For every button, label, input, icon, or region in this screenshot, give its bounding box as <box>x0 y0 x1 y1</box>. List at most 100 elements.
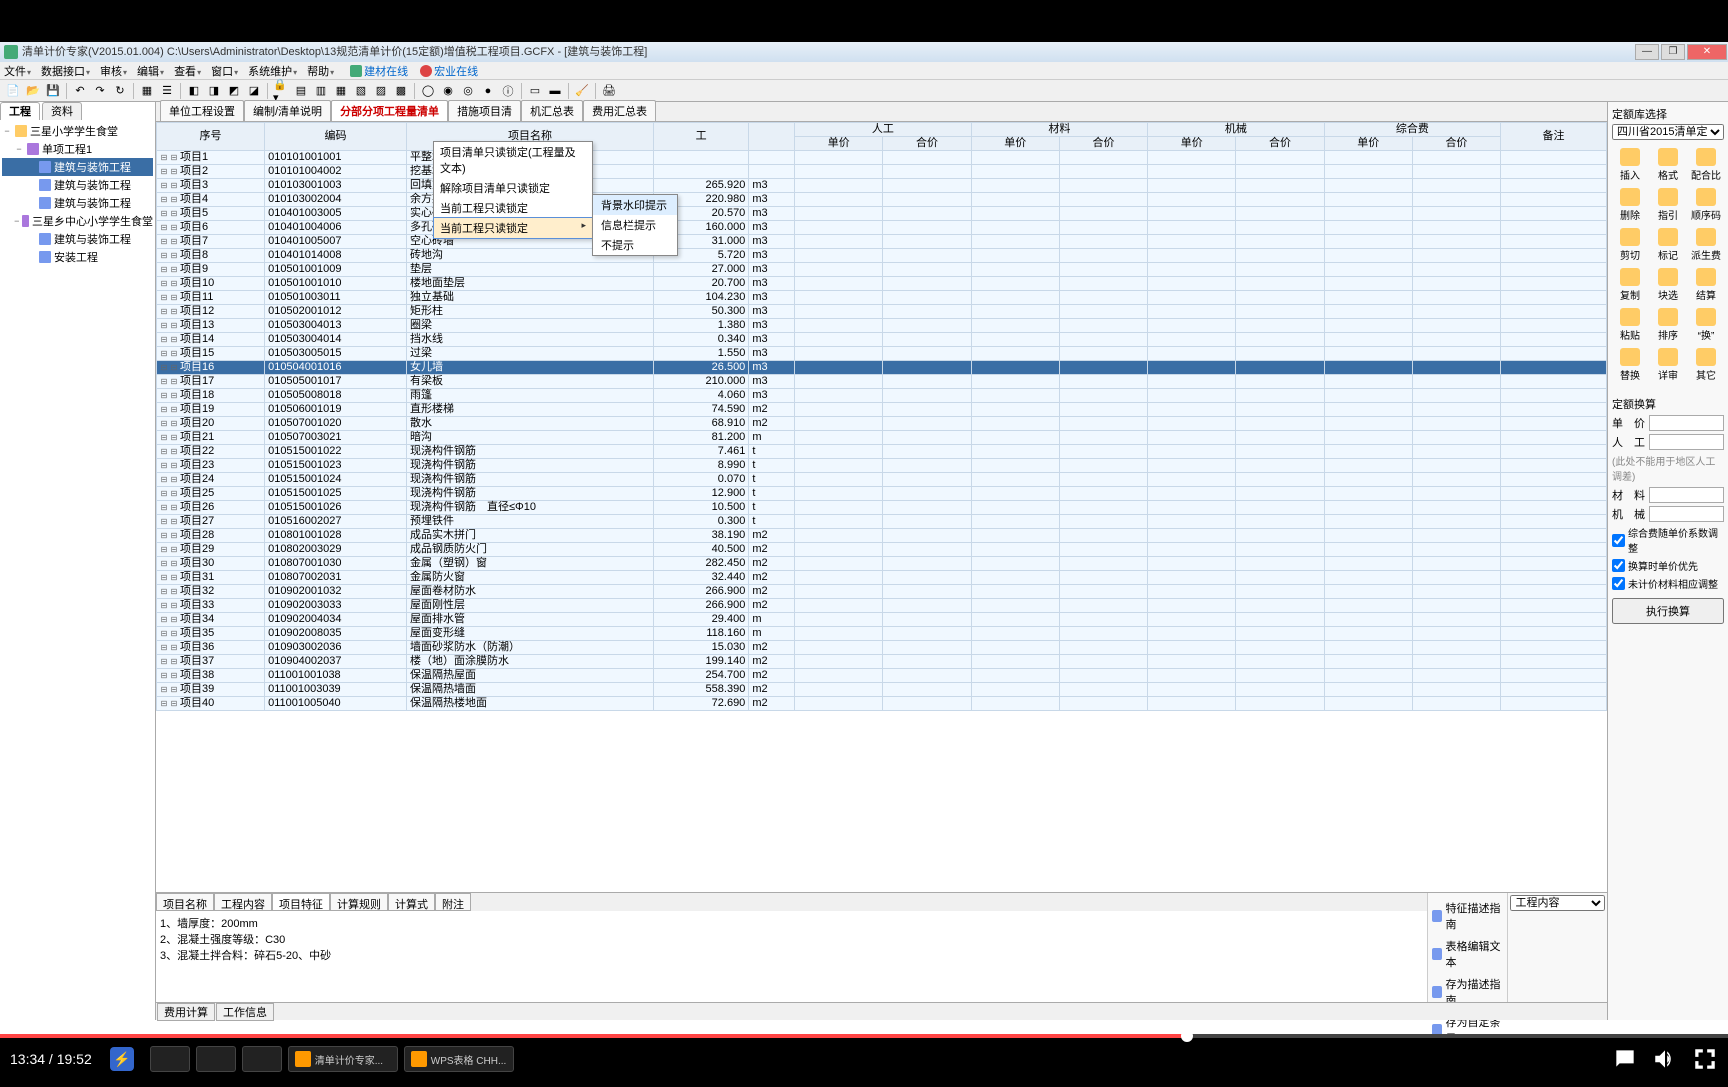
table-row[interactable]: ⊟⊟项目11010501003011独立基础104.230m3 <box>157 291 1607 305</box>
rp-derive[interactable]: 派生费 <box>1688 226 1724 264</box>
rp-material-input[interactable] <box>1649 487 1724 503</box>
row-expand-icon[interactable]: ⊟ <box>160 403 168 416</box>
tool-c-icon[interactable]: ◩ <box>225 82 243 100</box>
row-expand-icon[interactable]: ⊟ <box>160 445 168 458</box>
row-expand-icon[interactable]: ⊟ <box>160 641 168 654</box>
menu-maintenance[interactable]: 系统维护▾ <box>244 63 301 79</box>
row-expand-icon[interactable]: ⊟ <box>160 599 168 612</box>
folder-task[interactable] <box>196 1046 236 1072</box>
quota-select[interactable]: 四川省2015清单定额 <box>1612 124 1724 140</box>
detail-tab-4[interactable]: 计算式 <box>388 893 435 911</box>
row-collapse-icon[interactable]: ⊟ <box>170 277 178 290</box>
row-expand-icon[interactable]: ⊟ <box>160 487 168 500</box>
row-collapse-icon[interactable]: ⊟ <box>170 221 178 234</box>
tree-root[interactable]: −三星小学学生食堂 <box>2 122 153 140</box>
lock-menu-item-1[interactable]: 解除项目清单只读锁定 <box>434 178 592 198</box>
rp-review[interactable]: 详审 <box>1650 346 1686 384</box>
table-row[interactable]: ⊟⊟项目25010515001025现浇构件钢筋12.900t <box>157 487 1607 501</box>
rp-check-unpriced[interactable]: 未计价材料相应调整 <box>1612 576 1724 591</box>
center-tab-0[interactable]: 单位工程设置 <box>160 100 244 121</box>
rp-execute-button[interactable]: 执行换算 <box>1612 598 1724 624</box>
tool-b-icon[interactable]: ◨ <box>205 82 223 100</box>
lock-submenu-item-2[interactable]: 不提示 <box>593 235 677 255</box>
row-expand-icon[interactable]: ⊟ <box>160 627 168 640</box>
row-expand-icon[interactable]: ⊟ <box>160 235 168 248</box>
table-row[interactable]: ⊟⊟项目5010401003005实心砖墙20.570m3 <box>157 207 1607 221</box>
row-collapse-icon[interactable]: ⊟ <box>170 319 178 332</box>
table-row[interactable]: ⊟⊟项目39011001003039保温隔热墙面558.390m2 <box>157 683 1607 697</box>
row-expand-icon[interactable]: ⊟ <box>160 389 168 402</box>
footer-tab-info[interactable]: 工作信息 <box>216 1003 274 1021</box>
link-materials[interactable]: 建材在线 <box>350 63 408 79</box>
grid3-icon[interactable]: ▦ <box>332 82 350 100</box>
tool-a-icon[interactable]: ◧ <box>185 82 203 100</box>
circle3-icon[interactable]: ◎ <box>459 82 477 100</box>
circle4-icon[interactable]: ● <box>479 82 497 100</box>
detail-action-1[interactable]: 表格编辑文本 <box>1430 935 1505 973</box>
tree-building3[interactable]: 建筑与装饰工程 <box>2 194 153 212</box>
menu-view[interactable]: 查看▾ <box>170 63 205 79</box>
table-row[interactable]: ⊟⊟项目10010501001010楼地面垫层20.700m3 <box>157 277 1607 291</box>
row-expand-icon[interactable]: ⊟ <box>160 151 168 164</box>
table-row[interactable]: ⊟⊟项目20010507001020散水68.910m2 <box>157 417 1607 431</box>
video-speed-icon[interactable]: ⚡ <box>110 1047 134 1071</box>
menu-help[interactable]: 帮助▾ <box>303 63 338 79</box>
row-expand-icon[interactable]: ⊟ <box>160 347 168 360</box>
rp-check-synth[interactable]: 综合费随单价系数调整 <box>1612 525 1724 555</box>
row-collapse-icon[interactable]: ⊟ <box>170 669 178 682</box>
table-row[interactable]: ⊟⊟项目1010101001001平整场地 <box>157 151 1607 165</box>
row-collapse-icon[interactable]: ⊟ <box>170 655 178 668</box>
row-collapse-icon[interactable]: ⊟ <box>170 445 178 458</box>
row-expand-icon[interactable]: ⊟ <box>160 529 168 542</box>
table-row[interactable]: ⊟⊟项目29010802003029成品钢质防火门40.500m2 <box>157 543 1607 557</box>
row-collapse-icon[interactable]: ⊟ <box>170 207 178 220</box>
rp-settle[interactable]: 结算 <box>1688 266 1724 304</box>
tool-d-icon[interactable]: ◪ <box>245 82 263 100</box>
grid2-icon[interactable]: ▥ <box>312 82 330 100</box>
link-macros[interactable]: 宏业在线 <box>420 63 478 79</box>
row-collapse-icon[interactable]: ⊟ <box>170 361 178 374</box>
lock-submenu[interactable]: 背景水印提示信息栏提示不提示 <box>592 194 678 256</box>
rp-other[interactable]: 其它 <box>1688 346 1724 384</box>
row-expand-icon[interactable]: ⊟ <box>160 431 168 444</box>
row-expand-icon[interactable]: ⊟ <box>160 473 168 486</box>
center-tab-2[interactable]: 分部分项工程量清单 <box>331 100 448 121</box>
table-row[interactable]: ⊟⊟项目31010807002031金属防火窗32.440m2 <box>157 571 1607 585</box>
refresh-icon[interactable]: ↻ <box>111 82 129 100</box>
info-icon[interactable]: ⓘ <box>499 82 517 100</box>
tree-building1[interactable]: 建筑与装饰工程 <box>2 158 153 176</box>
footer-tab-cost[interactable]: 费用计算 <box>157 1003 215 1021</box>
rp-copy[interactable]: 复制 <box>1612 266 1648 304</box>
row-expand-icon[interactable]: ⊟ <box>160 221 168 234</box>
video-fullscreen-icon[interactable] <box>1692 1046 1718 1072</box>
row-collapse-icon[interactable]: ⊟ <box>170 389 178 402</box>
row-expand-icon[interactable]: ⊟ <box>160 557 168 570</box>
new-icon[interactable]: 📄 <box>4 82 22 100</box>
rp-check-priority[interactable]: 换算时单价优先 <box>1612 558 1724 573</box>
row-expand-icon[interactable]: ⊟ <box>160 277 168 290</box>
row-collapse-icon[interactable]: ⊟ <box>170 291 178 304</box>
rp-cut[interactable]: 剪切 <box>1612 226 1648 264</box>
tree-unit1[interactable]: −单项工程1 <box>2 140 153 158</box>
rp-unitprice-input[interactable] <box>1649 415 1724 431</box>
tree-install[interactable]: 安装工程 <box>2 248 153 266</box>
table-row[interactable]: ⊟⊟项目9010501001009垫层27.000m3 <box>157 263 1607 277</box>
table-row[interactable]: ⊟⊟项目23010515001023现浇构件钢筋8.990t <box>157 459 1607 473</box>
lock-menu-item-0[interactable]: 项目清单只读锁定(工程量及文本) <box>434 142 592 178</box>
row-collapse-icon[interactable]: ⊟ <box>170 529 178 542</box>
rp-guide[interactable]: 指引 <box>1650 186 1686 224</box>
row-collapse-icon[interactable]: ⊟ <box>170 599 178 612</box>
save-icon[interactable]: 💾 <box>44 82 62 100</box>
row-collapse-icon[interactable]: ⊟ <box>170 627 178 640</box>
left-tab-data[interactable]: 资料 <box>42 102 82 120</box>
row-expand-icon[interactable]: ⊟ <box>160 361 168 374</box>
row-expand-icon[interactable]: ⊟ <box>160 179 168 192</box>
start-menu[interactable] <box>150 1046 190 1072</box>
table-row[interactable]: ⊟⊟项目40011001005040保温隔热楼地面72.690m2 <box>157 697 1607 711</box>
row-expand-icon[interactable]: ⊟ <box>160 249 168 262</box>
circle1-icon[interactable]: ◯ <box>419 82 437 100</box>
video-comment-icon[interactable] <box>1612 1046 1638 1072</box>
grid1-icon[interactable]: ▤ <box>292 82 310 100</box>
table-row[interactable]: ⊟⊟项目18010505008018雨篷4.060m3 <box>157 389 1607 403</box>
table-row[interactable]: ⊟⊟项目15010503005015过梁1.550m3 <box>157 347 1607 361</box>
